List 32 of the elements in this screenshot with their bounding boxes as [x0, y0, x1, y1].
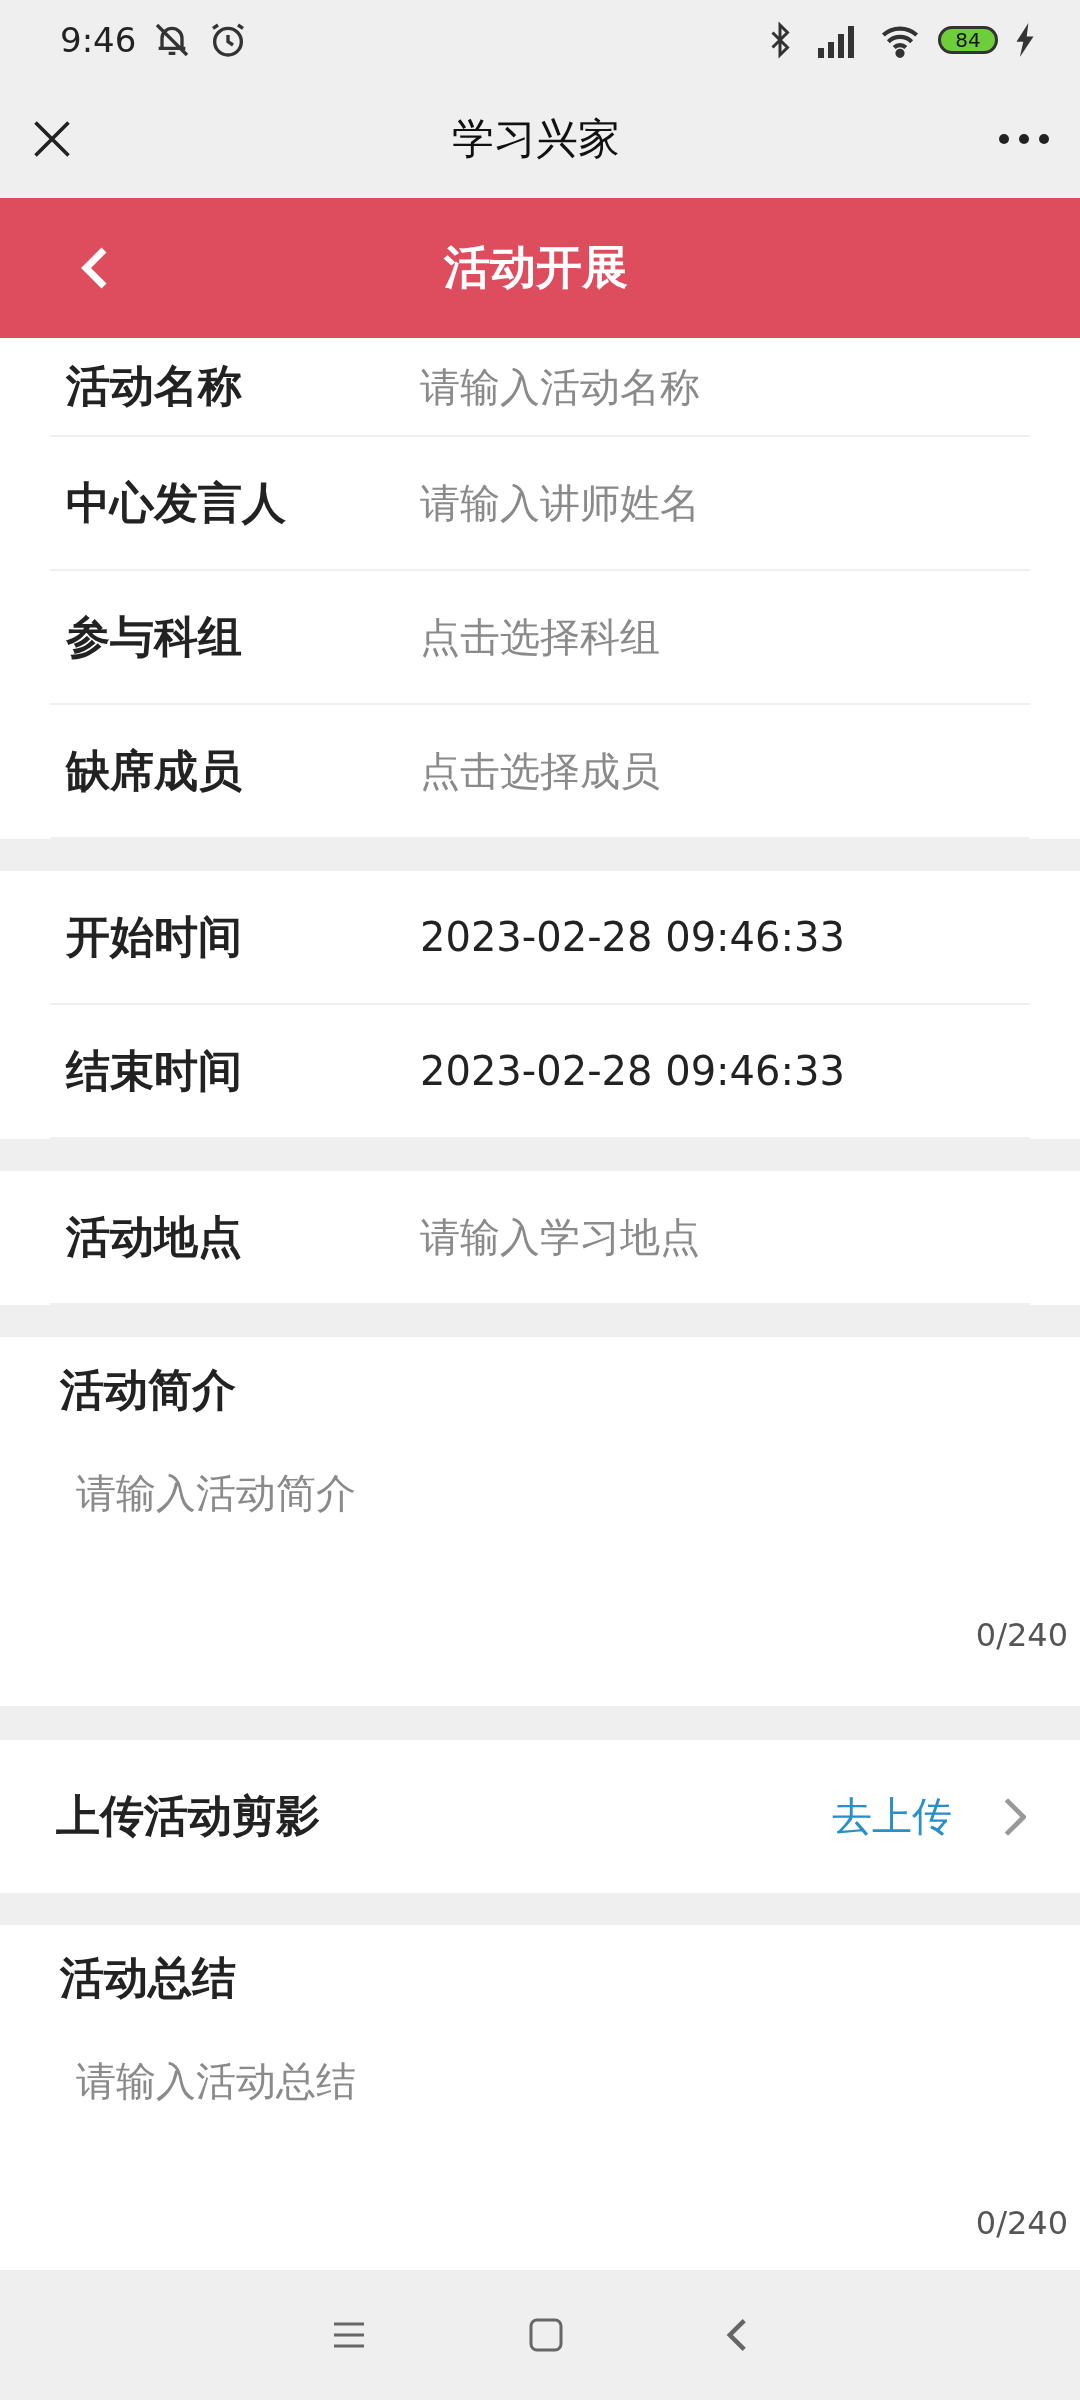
clock: 9:46 — [60, 20, 137, 60]
char-counter: 0/240 — [975, 1616, 1068, 1654]
battery-indicator: 84 — [938, 26, 998, 54]
input-field[interactable]: 请输入学习地点 — [420, 1214, 1030, 1260]
char-counter: 0/240 — [975, 2204, 1068, 2242]
value-field[interactable]: 2023-02-28 09:46:33 — [420, 1048, 1030, 1094]
charging-icon — [1014, 23, 1036, 57]
text-entry-card[interactable]: 活动总结 请输入活动总结 0/240 — [0, 1925, 1080, 2270]
home-icon[interactable] — [529, 2318, 563, 2352]
input-field[interactable]: 请输入活动名称 — [420, 363, 1030, 410]
field-label: 活动地点 — [66, 1209, 243, 1264]
section-title: 活动简介 — [60, 1363, 237, 1417]
window-title: 学习兴家 — [451, 113, 621, 165]
field-label: 缺席成员 — [66, 743, 243, 798]
input-field[interactable]: 请输入讲师姓名 — [420, 480, 1030, 526]
field-label: 参与科组 — [66, 609, 243, 664]
more-icon[interactable] — [998, 132, 1050, 146]
upload-link[interactable]: 去上传 — [832, 1789, 952, 1844]
field-label: 活动名称 — [66, 359, 243, 413]
page-title: 活动开展 — [443, 239, 629, 296]
menu-icon[interactable] — [331, 2320, 366, 2350]
row-label: 上传活动剪影 — [56, 1789, 321, 1843]
upload-row[interactable]: 上传活动剪影 去上传 — [0, 1740, 1080, 1893]
section-title: 活动总结 — [60, 1951, 237, 2005]
value-field[interactable]: 2023-02-28 09:46:33 — [420, 914, 1030, 960]
text-entry-card[interactable]: 活动简介 请输入活动简介 0/240 — [0, 1337, 1080, 1706]
input-field[interactable]: 点击选择成员 — [420, 748, 1030, 794]
field-label: 中心发言人 — [66, 475, 287, 530]
field-label: 开始时间 — [66, 909, 243, 964]
field-label: 结束时间 — [66, 1043, 243, 1098]
input-field[interactable]: 点击选择科组 — [420, 614, 1030, 660]
back-icon[interactable] — [80, 246, 108, 290]
